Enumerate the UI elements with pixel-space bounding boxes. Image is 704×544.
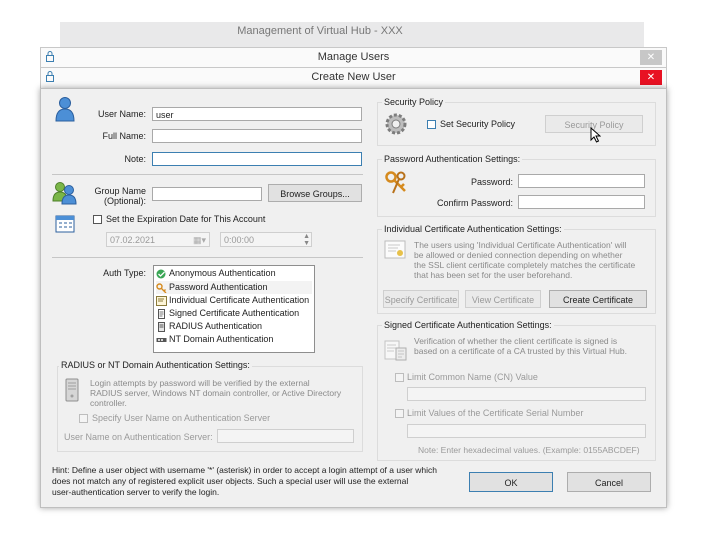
browse-groups-button[interactable]: Browse Groups... [268,184,362,202]
auth-type-list[interactable]: Anonymous Authentication Password Authen… [153,265,315,353]
limit-cn-checkbox[interactable] [395,373,404,382]
divider [52,257,363,258]
gear-icon [385,113,407,135]
server-icon [65,378,79,402]
expiration-time-value: 0:00:00 [224,235,255,245]
key-icon [156,282,167,293]
certificate-icon [156,295,167,306]
expiration-checkbox[interactable] [93,215,102,224]
auth-server-user-label: User Name on Authentication Server: [64,432,213,442]
background-window-title: Management of Virtual Hub - XXX [237,25,403,37]
security-policy-title: Security Policy [382,97,446,107]
individual-cert-title: Individual Certificate Authentication Se… [382,224,564,234]
auth-type-label: Auth Type: [103,268,146,278]
divider [52,174,363,175]
expiration-date-value: 07.02.2021 [110,235,156,245]
check-circle-icon [156,269,166,279]
user-name-label: User Name: [97,109,146,119]
limit-serial-input[interactable] [407,424,646,438]
auth-option-signed-cert[interactable]: Signed Certificate Authentication [156,307,312,320]
signed-certificate-icon [158,308,165,319]
calendar-dropdown-icon: ▦▾ [192,235,206,245]
view-certificate-button[interactable]: View Certificate [465,290,541,308]
hex-note: Note: Enter hexadecimal values. (Example… [418,445,640,455]
group-name-input[interactable] [152,187,262,201]
individual-cert-description: The users using 'Individual Certificate … [414,240,636,280]
full-name-input[interactable] [152,129,362,143]
dialog-title: Create New User [311,71,396,83]
cancel-button[interactable]: Cancel [567,472,651,492]
group-name-label: Group Name [94,186,146,196]
confirm-password-label: Confirm Password: [436,198,513,208]
auth-option-nt-domain[interactable]: NT Domain Authentication [156,333,312,346]
radius-description: Login attempts by password will be verif… [90,378,342,408]
signed-cert-description: Verification of whether the client certi… [414,336,627,356]
note-input[interactable] [152,152,362,166]
password-settings-title: Password Authentication Settings: [382,154,523,164]
expiration-date-picker[interactable]: 07.02.2021 ▦▾ [106,232,210,247]
calendar-icon [55,215,75,233]
dialog-close-button[interactable]: ✕ [640,70,662,85]
set-security-policy-checkbox[interactable] [427,120,436,129]
specify-user-name-label: Specify User Name on Authentication Serv… [92,413,271,423]
signed-cert-title: Signed Certificate Authentication Settin… [382,320,554,330]
auth-option-radius[interactable]: RADIUS Authentication [156,320,312,333]
specify-user-name-checkbox[interactable] [79,414,88,423]
keys-icon [385,171,406,194]
certificate-icon [384,240,406,259]
limit-serial-label: Limit Values of the Certificate Serial N… [407,408,584,418]
set-security-policy-label: Set Security Policy [440,119,516,129]
time-spinner-icon: ▲ ▼ [303,233,310,247]
mouse-cursor-icon [590,127,601,143]
manage-users-close-button[interactable]: ✕ [640,50,662,65]
full-name-label: Full Name: [102,131,146,141]
ok-button[interactable]: OK [469,472,553,492]
user-icon [55,97,75,122]
create-certificate-button[interactable]: Create Certificate [549,290,647,308]
auth-option-anonymous[interactable]: Anonymous Authentication [156,267,312,280]
limit-serial-checkbox[interactable] [395,409,404,418]
specify-certificate-button[interactable]: Specify Certificate [383,290,459,308]
expiration-time-picker[interactable]: 0:00:00 ▲ ▼ [220,232,312,247]
limit-cn-label: Limit Common Name (CN) Value [407,372,538,382]
password-input[interactable] [518,174,645,188]
expiration-checkbox-label: Set the Expiration Date for This Account [106,214,266,224]
network-icon [156,337,167,342]
auth-option-individual-cert[interactable]: Individual Certificate Authentication [156,294,312,307]
manage-users-title: Manage Users [317,51,390,63]
note-label: Note: [124,154,146,164]
password-label: Password: [470,177,513,187]
hint-text: Hint: Define a user object with username… [52,465,437,497]
server-icon [158,321,165,332]
radius-settings-title: RADIUS or NT Domain Authentication Setti… [59,360,252,370]
create-user-titlebar: Create New User ✕ [40,67,667,89]
auth-option-password[interactable]: Password Authentication [156,281,312,294]
signed-certificate-icon [384,340,407,361]
confirm-password-input[interactable] [518,195,645,209]
limit-cn-input[interactable] [407,387,646,401]
group-name-optional-label: (Optional): [103,196,146,206]
group-icon [52,182,77,205]
auth-server-user-input[interactable] [217,429,354,443]
manage-users-titlebar: Manage Users ✕ [40,47,667,69]
user-name-input[interactable]: user [152,107,362,121]
